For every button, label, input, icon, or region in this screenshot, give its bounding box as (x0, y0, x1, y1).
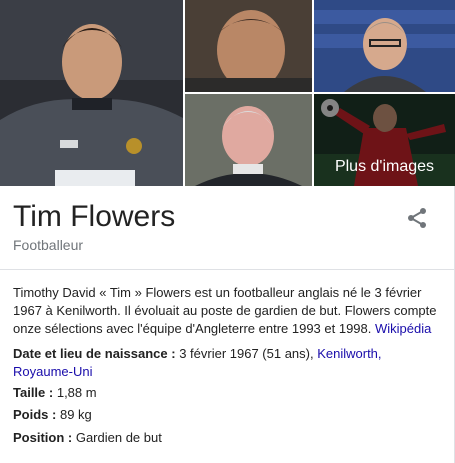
description-text: Timothy David « Tim » Flowers est un foo… (13, 285, 437, 336)
divider (0, 269, 455, 270)
fact-position-label: Position (13, 430, 65, 445)
fact-height: Taille : 1,88 m (13, 385, 97, 400)
fact-height-label: Taille (13, 385, 46, 400)
fact-birth-label: Date et lieu de naissance (13, 346, 168, 361)
entity-subtitle: Footballeur (13, 237, 84, 253)
more-images-button[interactable]: Plus d'images (314, 94, 455, 186)
photo-3[interactable] (314, 0, 455, 92)
more-images-label: Plus d'images (334, 158, 435, 175)
photo-main[interactable] (0, 0, 183, 186)
entity-title: Tim Flowers (13, 200, 176, 233)
share-button[interactable] (405, 206, 429, 230)
fact-weight-value: 89 kg (59, 407, 92, 422)
knowledge-panel: Plus d'images Tim Flowers Footballeur Ti… (0, 0, 455, 463)
photo-5[interactable]: Plus d'images (314, 94, 455, 186)
fact-position: Position : Gardien de but (13, 430, 162, 445)
description: Timothy David « Tim » Flowers est un foo… (13, 284, 443, 338)
fact-weight-label: Poids (13, 407, 49, 422)
fact-height-value: 1,88 m (56, 385, 97, 400)
share-icon (408, 208, 426, 228)
kenilworth-link[interactable]: Kenilworth, (317, 346, 381, 361)
image-gallery: Plus d'images (0, 0, 455, 186)
fact-position-value: Gardien de but (75, 430, 162, 445)
fact-birth-value: 3 février 1967 (51 ans), (179, 346, 314, 361)
fact-weight: Poids : 89 kg (13, 407, 92, 422)
wikipedia-link[interactable]: Wikipédia (375, 321, 431, 336)
fact-birth: Date et lieu de naissance : 3 février 19… (13, 346, 382, 379)
royaume-uni-link[interactable]: Royaume-Uni (13, 364, 92, 379)
photo-4[interactable] (185, 94, 312, 186)
photo-2[interactable] (185, 0, 312, 92)
